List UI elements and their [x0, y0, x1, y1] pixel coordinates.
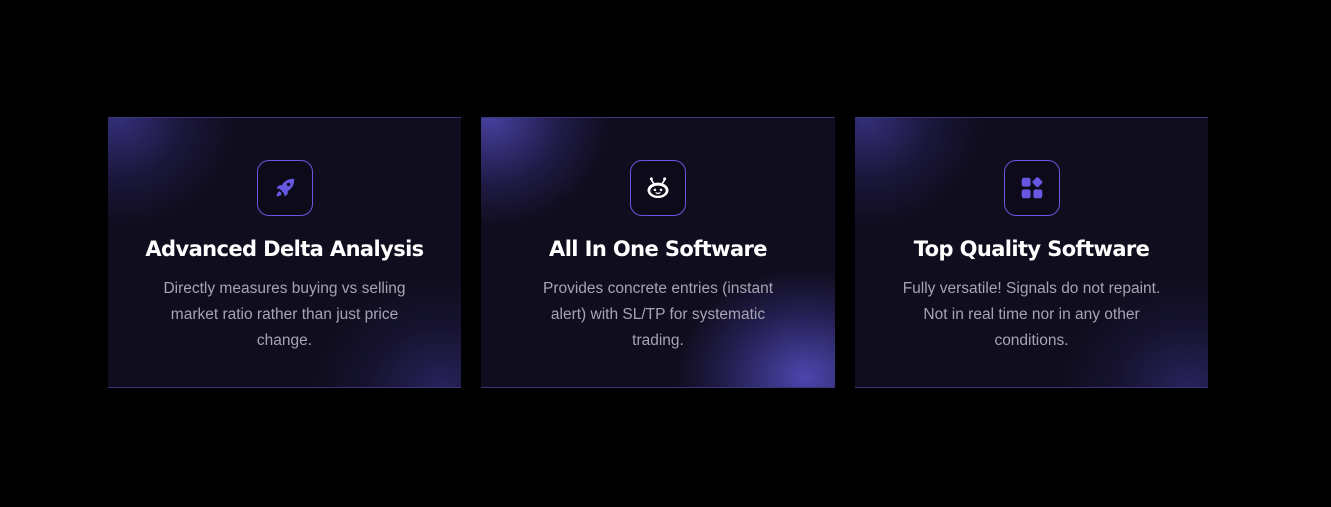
- feature-icon-box: [256, 160, 313, 216]
- feature-icon-box: [1003, 160, 1060, 216]
- feature-description: Directly measures buying vs selling mark…: [163, 280, 406, 349]
- card-glow-top-left: [855, 118, 985, 228]
- feature-card-top-quality: Top Quality Software Fully versatile! Si…: [855, 117, 1208, 388]
- feature-title: Top Quality Software: [913, 237, 1150, 261]
- card-glow-top-left: [481, 118, 611, 228]
- feature-icon-box: [630, 160, 686, 216]
- feature-card-delta-analysis: Advanced Delta Analysis Directly measure…: [108, 117, 461, 388]
- features-section: Advanced Delta Analysis Directly measure…: [0, 0, 1331, 507]
- feature-title: All In One Software: [549, 237, 767, 261]
- feature-card-all-in-one: All In One Software Provides concrete en…: [481, 117, 835, 388]
- feature-description: Provides concrete entries (instant alert…: [542, 280, 774, 349]
- card-glow-top-left: [108, 118, 238, 228]
- robot-icon: [644, 174, 672, 202]
- apps-grid-icon: [1019, 175, 1045, 201]
- rocket-icon: [272, 175, 298, 201]
- feature-title: Advanced Delta Analysis: [145, 237, 424, 261]
- feature-description: Fully versatile! Signals do not repaint.…: [902, 280, 1161, 349]
